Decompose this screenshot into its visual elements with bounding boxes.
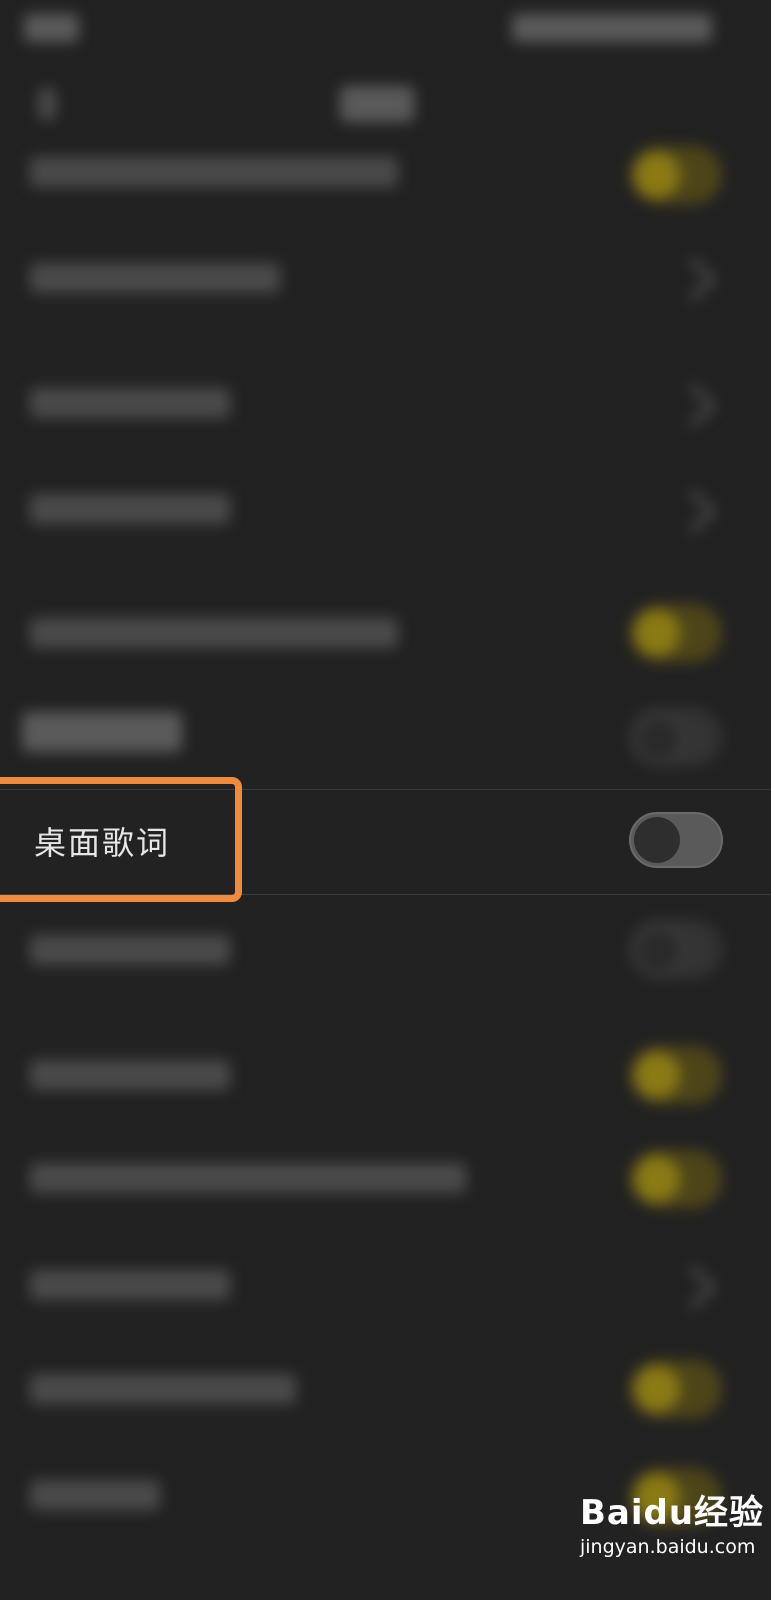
highlight-box (0, 777, 242, 902)
setting-row-9-label (30, 1060, 230, 1090)
setting-row-8-toggle[interactable] (630, 920, 722, 978)
setting-row-1-label (30, 157, 398, 187)
desktop-lyrics-toggle[interactable] (629, 812, 723, 868)
setting-row-6-toggle[interactable] (630, 708, 722, 766)
setting-row-9-toggle[interactable] (630, 1046, 722, 1104)
setting-row-13-label (30, 1480, 160, 1510)
setting-row-6-label (22, 712, 182, 752)
chevron-right-icon (671, 1265, 716, 1310)
setting-row-12-toggle[interactable] (630, 1360, 722, 1418)
chevron-right-icon (671, 383, 716, 428)
status-bar-right (512, 14, 712, 42)
setting-row-8-label (30, 935, 230, 965)
page-title (340, 86, 414, 122)
setting-row-10-label (30, 1163, 466, 1193)
back-icon[interactable] (38, 88, 56, 120)
setting-row-1-toggle[interactable] (630, 146, 722, 204)
setting-row-5-toggle[interactable] (630, 604, 722, 662)
setting-row-10-toggle[interactable] (630, 1150, 722, 1208)
setting-row-3-label (30, 388, 230, 418)
watermark-url: jingyan.baidu.com (580, 1536, 756, 1558)
chevron-right-icon (671, 257, 716, 302)
chevron-right-icon (671, 489, 716, 534)
setting-row-12-label (30, 1374, 296, 1404)
toggle-knob (634, 817, 680, 863)
watermark-logo: Baidu经验 (580, 1493, 765, 1533)
setting-row-5-label (30, 618, 398, 648)
setting-row-2-label (30, 263, 280, 293)
setting-row-11-label (30, 1270, 230, 1300)
status-bar-left (24, 14, 79, 42)
baidu-watermark: Baidu经验 jingyan.baidu.com (580, 1485, 764, 1558)
setting-row-4-label (30, 494, 230, 524)
